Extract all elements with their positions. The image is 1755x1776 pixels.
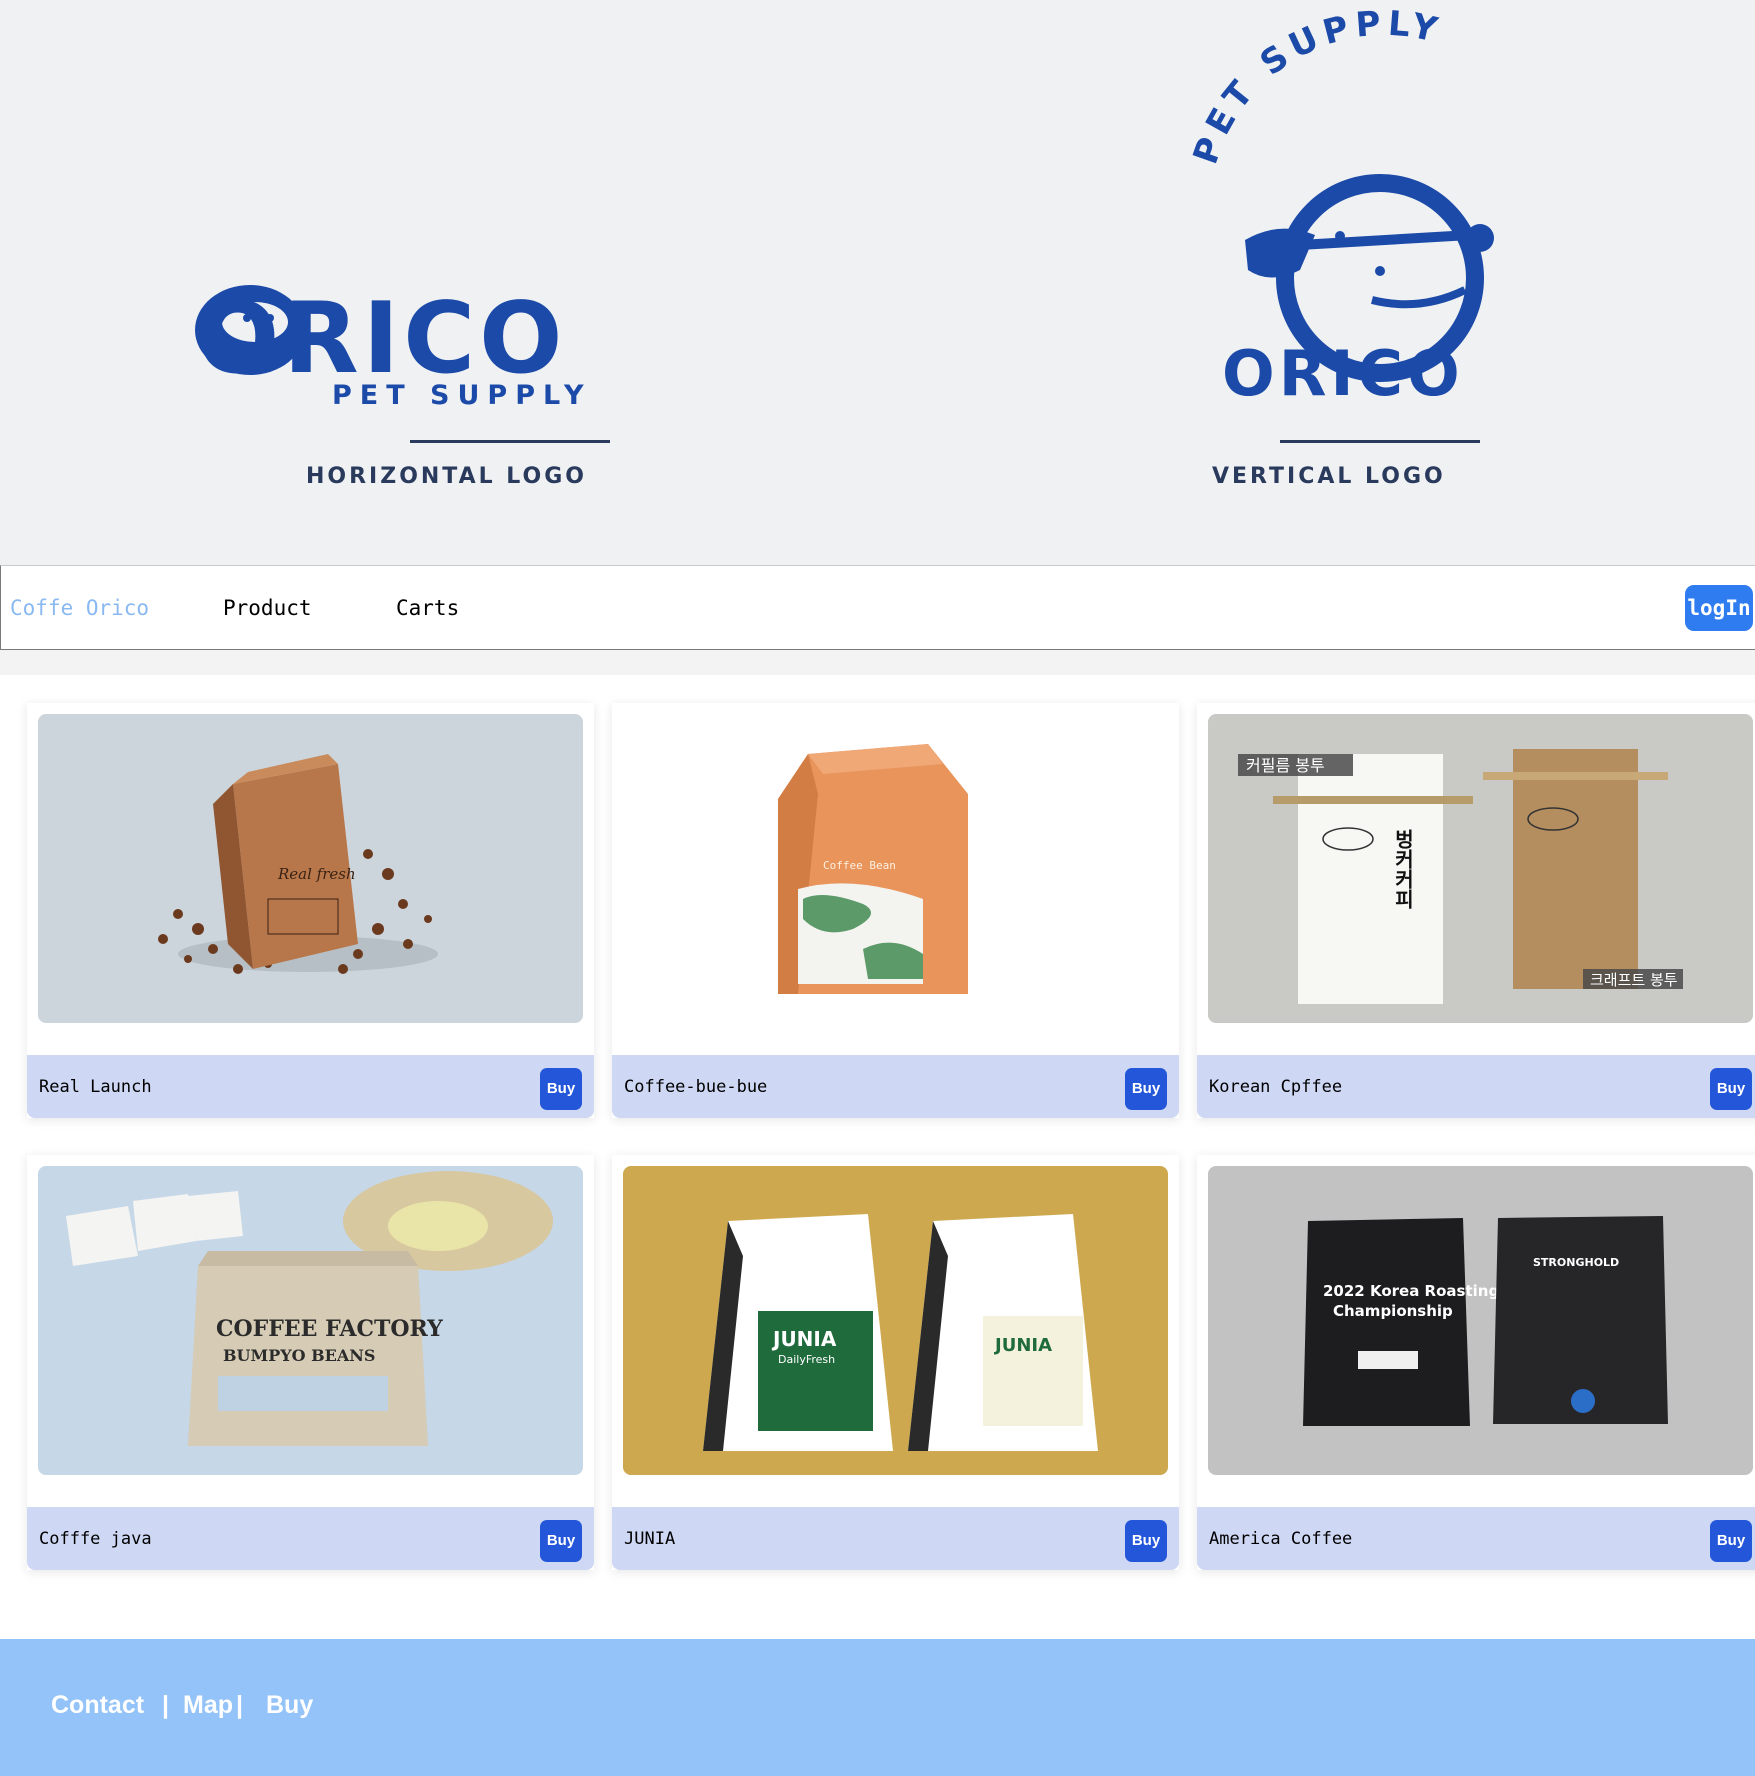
bag-sublabel: DailyFresh [778, 1353, 835, 1366]
horizontal-logo: ORICO PET SUPPLY HORIZONTAL LOGO [195, 282, 610, 489]
product-card: 2022 Korea Roasting Championship STRONGH… [1197, 1155, 1755, 1570]
product-image[interactable]: 벙커커피 커필름 봉투 크래프트 봉투 [1208, 714, 1753, 1023]
product-name: Korean Cpffee [1209, 1077, 1343, 1097]
product-image[interactable]: JUNIA DailyFresh JUNIA [623, 1166, 1168, 1475]
bag-label-2: Championship [1333, 1302, 1453, 1320]
product-info-bar: JUNIA Buy [612, 1507, 1179, 1570]
buy-button[interactable]: Buy [1710, 1068, 1752, 1110]
product-image[interactable]: 2022 Korea Roasting Championship STRONGH… [1208, 1166, 1753, 1475]
bag-sublabel: STRONGHOLD [1533, 1256, 1619, 1269]
buy-button[interactable]: Buy [1125, 1520, 1167, 1562]
product-card: 벙커커피 커필름 봉투 크래프트 봉투 Korean Cpffee Buy [1197, 703, 1755, 1118]
horizontal-caption: HORIZONTAL LOGO [306, 464, 587, 489]
bag-label: COFFEE FACTORY [216, 1316, 443, 1342]
bag-label: 벙커커피 [1391, 829, 1415, 910]
bag-label: Real fresh [277, 865, 356, 883]
image-tag-right: 크래프트 봉투 [1590, 971, 1678, 989]
horizontal-wordmark: ORICO [196, 282, 566, 396]
product-info-bar: Korean Cpffee Buy [1197, 1055, 1755, 1118]
product-info-bar: America Coffee Buy [1197, 1507, 1755, 1570]
nav-link-carts[interactable]: Carts [396, 596, 459, 620]
product-name: Coffee-bue-bue [624, 1077, 768, 1097]
product-name: JUNIA [624, 1529, 676, 1549]
brand-link[interactable]: Coffe Orico [10, 596, 149, 620]
bag-sublabel: BUMPYO BEANS [223, 1346, 375, 1365]
buy-button[interactable]: Buy [1125, 1068, 1167, 1110]
buy-button[interactable]: Buy [540, 1068, 582, 1110]
product-image[interactable]: Real fresh [38, 714, 583, 1023]
product-image[interactable]: Coffee Bean [623, 714, 1168, 1023]
product-card: COFFEE FACTORY BUMPYO BEANS Cofffe java … [27, 1155, 594, 1570]
bag-label-second: JUNIA [993, 1335, 1052, 1356]
product-image[interactable]: COFFEE FACTORY BUMPYO BEANS [38, 1166, 583, 1475]
product-card: JUNIA DailyFresh JUNIA JUNIA Buy [612, 1155, 1179, 1570]
vertical-arc-text: PET SUPPLY [1186, 3, 1441, 169]
login-button[interactable]: logIn [1685, 585, 1753, 631]
product-info-bar: Real Launch Buy [27, 1055, 594, 1118]
footer: Contact | Map | Buy [0, 1639, 1755, 1776]
hero-banner: ORICO PET SUPPLY HORIZONTAL LOGO PET SUP… [0, 0, 1755, 565]
footer-link-map[interactable]: Map [183, 1691, 233, 1720]
product-info-bar: Cofffe java Buy [27, 1507, 594, 1570]
vertical-logo: PET SUPPLY ORICO VERTICAL LOGO [1186, 3, 1494, 489]
product-name: America Coffee [1209, 1529, 1353, 1549]
bag-label: JUNIA [771, 1327, 837, 1351]
nav-spacer [0, 650, 1755, 675]
nav-link-product[interactable]: Product [223, 596, 312, 620]
bag-label: Coffee Bean [823, 859, 896, 872]
vertical-wordmark: ORICO [1222, 337, 1464, 410]
buy-button[interactable]: Buy [540, 1520, 582, 1562]
product-card: Real fresh Real Launch Buy [27, 703, 594, 1118]
image-tag-left: 커필름 봉투 [1246, 756, 1325, 775]
footer-link-contact[interactable]: Contact [51, 1691, 144, 1720]
product-card: Coffee Bean Coffee-bue-bue Buy [612, 703, 1179, 1118]
footer-link-buy[interactable]: Buy [266, 1691, 313, 1720]
product-name: Cofffe java [39, 1529, 152, 1549]
product-info-bar: Coffee-bue-bue Buy [612, 1055, 1179, 1118]
product-name: Real Launch [39, 1077, 152, 1097]
orico-logo-sheet: ORICO PET SUPPLY HORIZONTAL LOGO PET SUP… [195, 3, 1494, 489]
buy-button[interactable]: Buy [1710, 1520, 1752, 1562]
product-grid: Real fresh Real Launch Buy Coffee Bean C… [0, 675, 1755, 1639]
bag-label: 2022 Korea Roasting [1323, 1282, 1499, 1300]
footer-separator: | [162, 1691, 169, 1719]
svg-text:PET SUPPLY: PET SUPPLY [1186, 3, 1447, 169]
vertical-caption: VERTICAL LOGO [1212, 464, 1446, 489]
horizontal-tagline: PET SUPPLY [332, 380, 592, 411]
footer-separator: | [236, 1691, 243, 1719]
top-navbar: Coffe Orico Product Carts logIn [0, 565, 1755, 650]
